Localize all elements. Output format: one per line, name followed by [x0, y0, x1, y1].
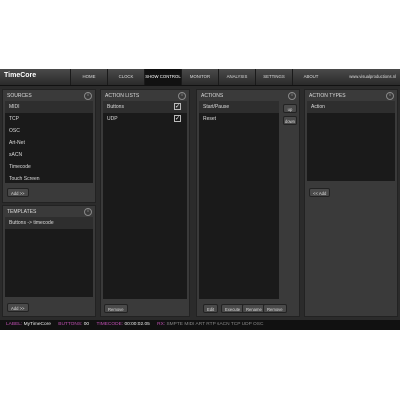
templates-title: TEMPLATES — [7, 209, 37, 215]
status-timecode-key: TIMECODE: — [96, 322, 124, 327]
action-lists-panel: ACTION LISTS i Buttons ✓ UDP ✓ Remove — [100, 89, 190, 317]
tab-analysis[interactable]: ANALYSIS — [218, 69, 255, 85]
move-up-button[interactable]: up — [283, 104, 297, 113]
list-item[interactable]: sACN — [5, 149, 93, 161]
list-item[interactable]: OSC — [5, 125, 93, 137]
info-icon[interactable]: i — [84, 208, 92, 216]
main-nav: HOME CLOCK SHOW CONTROL MONITOR ANALYSIS… — [70, 69, 329, 85]
app-window: TimeCore HOME CLOCK SHOW CONTROL MONITOR… — [0, 69, 400, 330]
checkbox[interactable]: ✓ — [174, 103, 181, 110]
app-title: TimeCore — [4, 72, 37, 79]
list-item[interactable]: Buttons -> timecode — [5, 217, 93, 229]
list-item[interactable]: Action — [307, 101, 395, 113]
templates-add-button[interactable]: Add >> — [7, 303, 29, 312]
tab-settings[interactable]: SETTINGS — [255, 69, 292, 85]
list-item-label: Buttons — [107, 104, 124, 110]
status-timecode-value: 00:00:02.05 — [124, 322, 150, 327]
action-lists-list: Buttons ✓ UDP ✓ — [103, 101, 187, 299]
list-item[interactable]: UDP ✓ — [103, 113, 187, 125]
actions-title: ACTIONS — [201, 93, 224, 99]
execute-button[interactable]: Execute — [221, 304, 245, 313]
list-item[interactable]: Timecode — [5, 161, 93, 173]
templates-panel: TEMPLATES i Buttons -> timecode Add >> — [2, 205, 96, 317]
status-label-value: MyTimeCore — [23, 322, 51, 327]
action-types-list: Action — [307, 101, 395, 181]
status-buttons-key: BUTTONS: — [58, 322, 83, 327]
checkbox[interactable]: ✓ — [174, 115, 181, 122]
action-types-title: ACTION TYPES — [309, 93, 346, 99]
tab-monitor[interactable]: MONITOR — [181, 69, 218, 85]
info-icon[interactable]: i — [288, 92, 296, 100]
info-icon[interactable]: i — [178, 92, 186, 100]
list-item[interactable]: Touch Screen — [5, 173, 93, 183]
list-item[interactable]: Reset — [199, 113, 279, 125]
edit-button[interactable]: Edit — [203, 304, 219, 313]
website-link[interactable]: www.visualproductions.nl — [349, 74, 396, 79]
sources-title: SOURCES — [7, 93, 32, 99]
actions-panel: ACTIONS i Start/Pause Reset up down Edit… — [196, 89, 300, 317]
actions-list: Start/Pause Reset — [199, 101, 279, 299]
list-item[interactable]: Art-Net — [5, 137, 93, 149]
info-icon[interactable]: i — [84, 92, 92, 100]
sources-panel: SOURCES i MIDI TCP OSC Art-Net sACN Time… — [2, 89, 96, 203]
tab-home[interactable]: HOME — [70, 69, 107, 85]
tab-show-control[interactable]: SHOW CONTROL — [144, 69, 181, 85]
tab-about[interactable]: ABOUT — [292, 69, 329, 85]
list-item[interactable]: MIDI — [5, 101, 93, 113]
header-bar: TimeCore HOME CLOCK SHOW CONTROL MONITOR… — [0, 69, 400, 86]
action-lists-remove-button[interactable]: Remove — [104, 304, 128, 313]
list-item-label: UDP — [107, 116, 118, 122]
status-label-key: LABEL: — [6, 322, 23, 327]
info-icon[interactable]: i — [386, 92, 394, 100]
list-item[interactable]: Buttons ✓ — [103, 101, 187, 113]
status-buttons-value: 00 — [83, 322, 90, 327]
action-types-panel: ACTION TYPES i Action << Add — [304, 89, 398, 317]
status-rx-key: RX: — [157, 322, 166, 327]
status-rx-items: SMPTE MIDI ART RTP sACN TCP UDP OSC — [166, 322, 264, 327]
action-lists-title: ACTION LISTS — [105, 93, 140, 99]
action-types-add-button[interactable]: << Add — [309, 188, 331, 197]
status-bar: LABEL: MyTimeCore BUTTONS: 00 TIMECODE: … — [0, 320, 400, 330]
list-item[interactable]: TCP — [5, 113, 93, 125]
sources-add-button[interactable]: Add >> — [7, 188, 29, 197]
list-item[interactable]: Start/Pause — [199, 101, 279, 113]
move-down-button[interactable]: down — [283, 116, 297, 125]
sources-list: MIDI TCP OSC Art-Net sACN Timecode Touch… — [5, 101, 93, 183]
templates-list: Buttons -> timecode — [5, 217, 93, 297]
actions-remove-button[interactable]: Remove — [263, 304, 287, 313]
tab-clock[interactable]: CLOCK — [107, 69, 144, 85]
